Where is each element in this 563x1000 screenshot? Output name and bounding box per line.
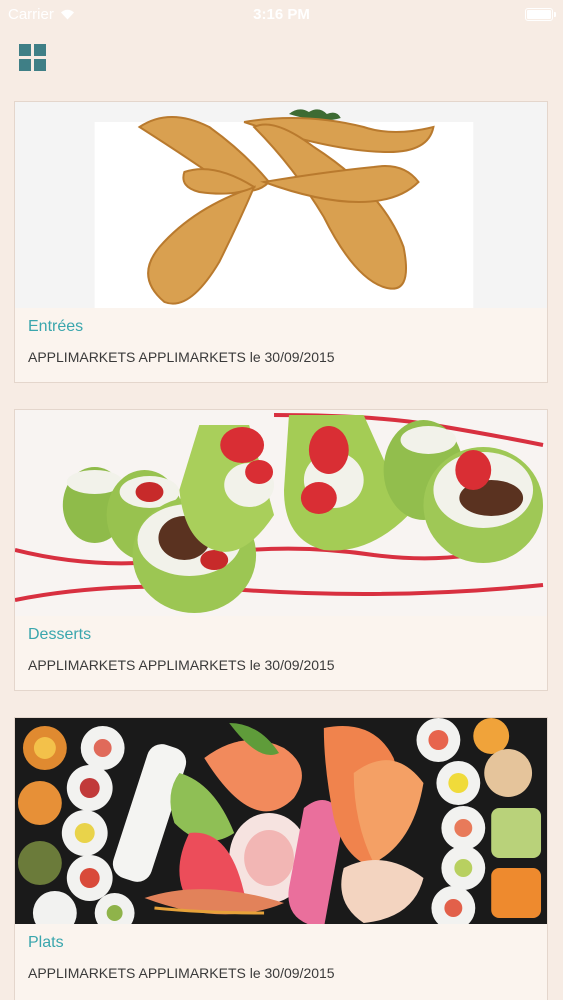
- tempura-shrimp-image: [15, 102, 547, 308]
- grid-menu-cell: [19, 59, 31, 71]
- grid-menu-icon[interactable]: [19, 44, 46, 71]
- category-card-plats[interactable]: Plats APPLIMARKETS APPLIMARKETS le 30/09…: [14, 717, 548, 1000]
- grid-menu-cell: [19, 44, 31, 56]
- card-title[interactable]: Plats: [28, 934, 64, 952]
- grid-menu-cell: [34, 44, 46, 56]
- sushi-sashimi-platter-image: [15, 718, 547, 924]
- card-meta: APPLIMARKETS APPLIMARKETS le 30/09/2015: [28, 965, 335, 981]
- category-card-entrees[interactable]: Entrées APPLIMARKETS APPLIMARKETS le 30/…: [14, 101, 548, 383]
- grid-menu-cell: [34, 59, 46, 71]
- category-card-desserts[interactable]: Desserts APPLIMARKETS APPLIMARKETS le 30…: [14, 409, 548, 691]
- status-bar: Carrier 3:16 PM: [0, 0, 563, 30]
- card-meta: APPLIMARKETS APPLIMARKETS le 30/09/2015: [28, 657, 335, 673]
- status-time: 3:16 PM: [253, 6, 310, 23]
- strawberry-dessert-rolls-image: [15, 410, 547, 616]
- card-title[interactable]: Desserts: [28, 626, 91, 644]
- card-title[interactable]: Entrées: [28, 318, 83, 336]
- battery-level: [527, 10, 551, 19]
- card-meta: APPLIMARKETS APPLIMARKETS le 30/09/2015: [28, 349, 335, 365]
- battery-icon: [525, 8, 556, 21]
